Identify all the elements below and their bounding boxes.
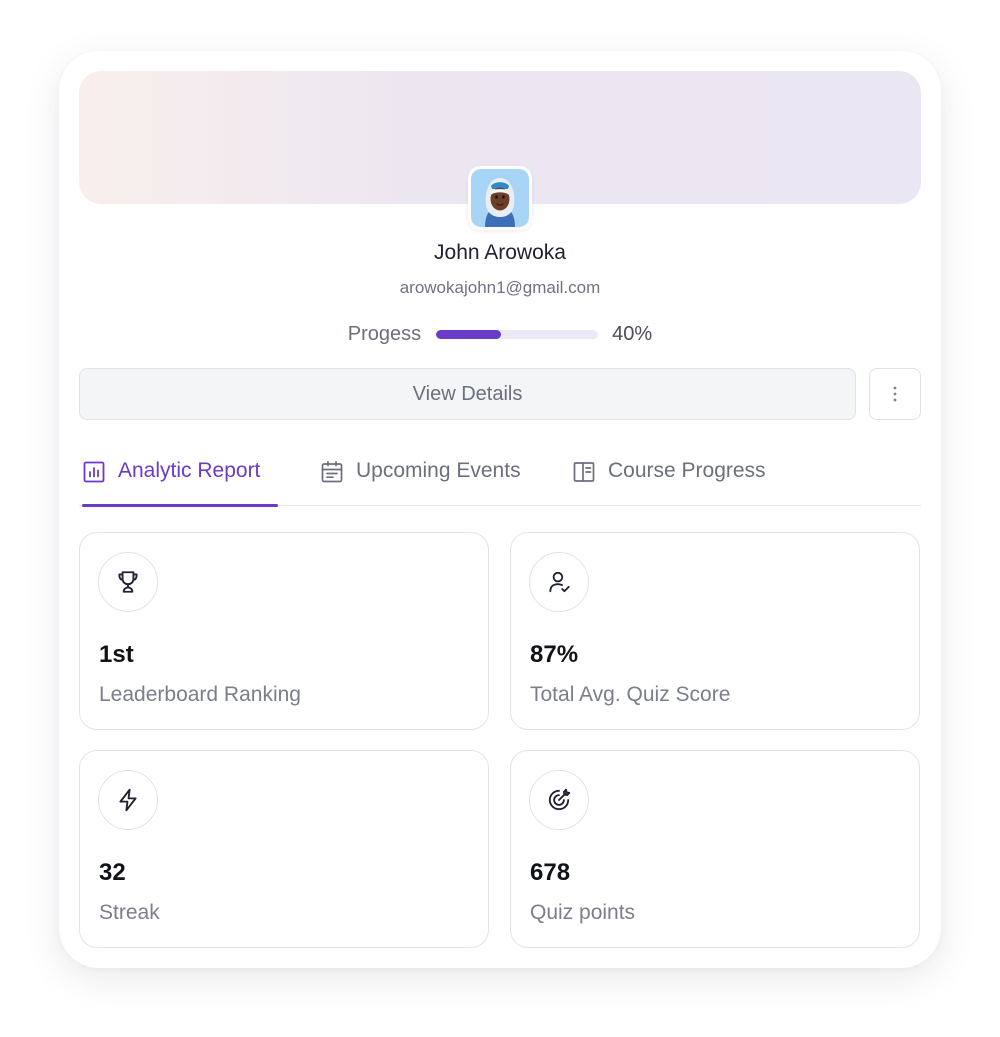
calendar-icon	[320, 460, 344, 484]
progress-bar-fill	[436, 329, 501, 339]
stat-value: 678	[530, 859, 571, 886]
stat-label: Total Avg. Quiz Score	[530, 683, 731, 706]
stat-card-streak: 32 Streak	[79, 750, 489, 948]
tab-label: Upcoming Events	[356, 459, 521, 482]
progress-bar	[436, 329, 599, 339]
tab-label: Course Progress	[608, 459, 766, 482]
page: John Arowoka arowokajohn1@gmail.com Prog…	[0, 0, 1000, 1037]
avatar[interactable]	[468, 166, 532, 230]
tab-upcoming-events[interactable]: Upcoming Events	[320, 451, 521, 506]
stat-card-leaderboard: 1st Leaderboard Ranking	[79, 532, 489, 730]
tab-analytic-report[interactable]: Analytic Report	[82, 451, 278, 507]
stat-label: Streak	[99, 901, 160, 924]
view-details-button[interactable]: View Details	[79, 368, 856, 420]
user-check-icon	[529, 552, 589, 612]
more-options-button[interactable]	[869, 368, 921, 420]
user-email: arowokajohn1@gmail.com	[399, 278, 601, 297]
stat-value: 1st	[99, 641, 134, 668]
stat-label: Quiz points	[530, 901, 636, 924]
more-vertical-icon	[893, 386, 897, 402]
book-layout-icon	[572, 460, 596, 484]
stat-label: Leaderboard Ranking	[99, 683, 301, 706]
progress-row: Progess 40%	[59, 321, 941, 347]
target-icon	[529, 770, 589, 830]
tab-bar: Analytic Report Upcoming Events Course P…	[79, 451, 921, 507]
bar-chart-icon	[82, 460, 106, 484]
lightning-icon	[98, 770, 158, 830]
stat-card-quiz-score: 87% Total Avg. Quiz Score	[510, 532, 920, 730]
avatar-memoji-icon	[471, 169, 529, 227]
progress-label: Progess	[347, 322, 422, 345]
stat-card-quiz-points: 678 Quiz points	[510, 750, 920, 948]
stat-value: 32	[99, 859, 126, 886]
stat-value: 87%	[530, 641, 579, 668]
tab-course-progress[interactable]: Course Progress	[572, 451, 766, 506]
trophy-icon	[98, 552, 158, 612]
profile-card: John Arowoka arowokajohn1@gmail.com Prog…	[59, 51, 941, 968]
tab-label: Analytic Report	[118, 459, 261, 482]
progress-percent: 40%	[612, 322, 653, 345]
user-name: John Arowoka	[434, 241, 566, 264]
